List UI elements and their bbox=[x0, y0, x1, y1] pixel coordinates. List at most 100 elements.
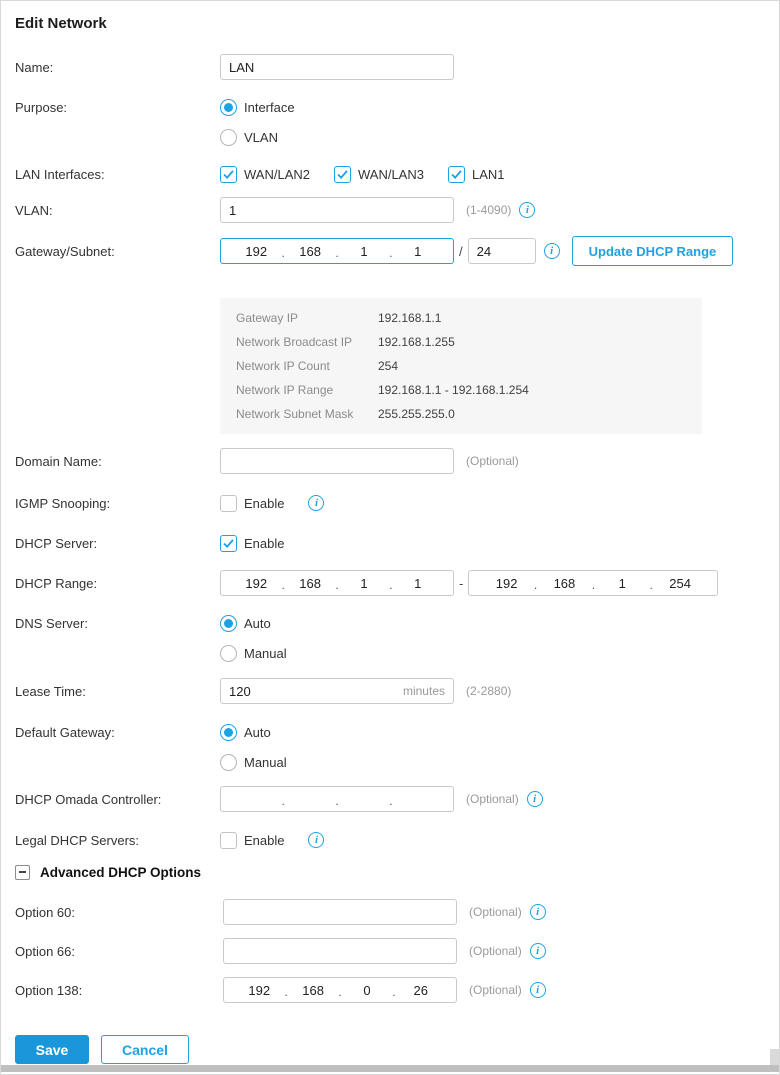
default-gateway-option-manual[interactable]: Manual bbox=[220, 751, 287, 773]
gateway-ip-input[interactable]: 192. 168. 1. 1 bbox=[220, 238, 454, 264]
summary-value: 192.168.1.1 bbox=[378, 311, 441, 325]
dhcp-server-enable-checkbox[interactable]: Enable bbox=[220, 535, 284, 552]
legal-dhcp-enable-checkbox[interactable]: Enable bbox=[220, 832, 284, 849]
dhcp-range-start-input[interactable]: 192. 168. 1. 1 bbox=[220, 570, 454, 596]
summary-value: 192.168.1.255 bbox=[378, 335, 455, 349]
purpose-option-interface[interactable]: Interface bbox=[220, 96, 295, 118]
footer-buttons: Save Cancel bbox=[15, 1035, 765, 1064]
interface-checkbox-lan1[interactable]: LAN1 bbox=[448, 166, 505, 183]
radio-unselected-icon[interactable] bbox=[220, 129, 237, 146]
summary-row: Gateway IP 192.168.1.1 bbox=[236, 310, 686, 326]
option-60-label: Option 60: bbox=[15, 905, 220, 920]
summary-row: Network Subnet Mask 255.255.255.0 bbox=[236, 406, 686, 422]
info-icon[interactable]: i bbox=[527, 791, 543, 807]
info-icon[interactable]: i bbox=[519, 202, 535, 218]
radio-unselected-icon[interactable] bbox=[220, 754, 237, 771]
update-dhcp-range-button[interactable]: Update DHCP Range bbox=[572, 236, 734, 266]
domain-name-hint: (Optional) bbox=[466, 454, 519, 468]
domain-name-input[interactable] bbox=[220, 448, 454, 474]
ip-octet[interactable]: 1 bbox=[339, 576, 390, 591]
info-icon[interactable]: i bbox=[530, 904, 546, 920]
advanced-dhcp-options-title: Advanced DHCP Options bbox=[40, 865, 201, 880]
dhcp-server-label: DHCP Server: bbox=[15, 536, 220, 551]
info-icon[interactable]: i bbox=[544, 243, 560, 259]
checkbox-checked-icon[interactable] bbox=[220, 535, 237, 552]
dhcp-range-end-input[interactable]: 192. 168. 1. 254 bbox=[468, 570, 718, 596]
ip-octet[interactable]: 1 bbox=[339, 244, 390, 259]
subnet-separator: / bbox=[459, 244, 463, 259]
ip-octet[interactable]: 192 bbox=[231, 576, 282, 591]
ip-octet[interactable]: 192 bbox=[479, 576, 534, 591]
subnet-prefix-input[interactable] bbox=[468, 238, 536, 264]
option-138-input[interactable]: 192. 168. 0. 26 bbox=[223, 977, 457, 1003]
dhcp-omada-controller-label: DHCP Omada Controller: bbox=[15, 792, 220, 807]
ip-octet[interactable]: 1 bbox=[393, 576, 444, 591]
ip-octet[interactable]: 1 bbox=[595, 576, 650, 591]
save-button[interactable]: Save bbox=[15, 1035, 89, 1064]
checkbox-unchecked-icon[interactable] bbox=[220, 832, 237, 849]
dns-option-auto[interactable]: Auto bbox=[220, 612, 287, 634]
radio-selected-icon[interactable] bbox=[220, 99, 237, 116]
ip-octet[interactable]: 168 bbox=[288, 983, 339, 998]
collapse-minus-icon[interactable] bbox=[15, 865, 30, 880]
default-gateway-option-auto[interactable]: Auto bbox=[220, 721, 287, 743]
info-icon[interactable]: i bbox=[530, 982, 546, 998]
checkbox-checked-icon[interactable] bbox=[334, 166, 351, 183]
default-gateway-label: Default Gateway: bbox=[15, 725, 220, 740]
igmp-enable-checkbox[interactable]: Enable bbox=[220, 495, 284, 512]
radio-selected-icon[interactable] bbox=[220, 615, 237, 632]
igmp-snooping-label: IGMP Snooping: bbox=[15, 496, 220, 511]
network-summary-panel: Gateway IP 192.168.1.1 Network Broadcast… bbox=[220, 298, 702, 434]
row-gateway-subnet: Gateway/Subnet: 192. 168. 1. 1 / i Updat… bbox=[15, 236, 765, 266]
option-60-input[interactable] bbox=[223, 899, 457, 925]
checkbox-unchecked-icon[interactable] bbox=[220, 495, 237, 512]
radio-selected-icon[interactable] bbox=[220, 724, 237, 741]
radio-label: Interface bbox=[244, 100, 295, 115]
ip-octet[interactable]: 1 bbox=[393, 244, 444, 259]
radio-unselected-icon[interactable] bbox=[220, 645, 237, 662]
ip-octet[interactable]: 0 bbox=[342, 983, 393, 998]
lease-time-label: Lease Time: bbox=[15, 684, 220, 699]
vertical-scrollbar-thumb[interactable] bbox=[770, 1049, 779, 1065]
purpose-option-vlan[interactable]: VLAN bbox=[220, 126, 295, 148]
info-icon[interactable]: i bbox=[308, 495, 324, 511]
info-icon[interactable]: i bbox=[530, 943, 546, 959]
interface-checkbox-wanlan2[interactable]: WAN/LAN2 bbox=[220, 166, 310, 183]
checkbox-label: Enable bbox=[244, 536, 284, 551]
dns-option-manual[interactable]: Manual bbox=[220, 642, 287, 664]
option-138-hint: (Optional) bbox=[469, 983, 522, 997]
ip-octet[interactable]: 254 bbox=[653, 576, 708, 591]
summary-row: Network Broadcast IP 192.168.1.255 bbox=[236, 334, 686, 350]
advanced-dhcp-options-toggle[interactable]: Advanced DHCP Options bbox=[15, 862, 765, 882]
interface-checkbox-wanlan3[interactable]: WAN/LAN3 bbox=[334, 166, 424, 183]
row-vlan: VLAN: (1-4090) i bbox=[15, 197, 765, 223]
ip-octet[interactable]: 168 bbox=[285, 576, 336, 591]
cancel-button[interactable]: Cancel bbox=[101, 1035, 189, 1064]
summary-label: Network IP Range bbox=[236, 383, 378, 397]
name-input[interactable] bbox=[220, 54, 454, 80]
horizontal-scrollbar[interactable] bbox=[1, 1065, 779, 1072]
option-66-input[interactable] bbox=[223, 938, 457, 964]
summary-row: Network IP Count 254 bbox=[236, 358, 686, 374]
row-dhcp-range: DHCP Range: 192. 168. 1. 1 - 192. 168. 1… bbox=[15, 570, 765, 596]
ip-octet[interactable]: 26 bbox=[396, 983, 447, 998]
radio-label: Manual bbox=[244, 755, 287, 770]
lease-time-input[interactable]: 120 minutes bbox=[220, 678, 454, 704]
gateway-subnet-label: Gateway/Subnet: bbox=[15, 244, 220, 259]
checkbox-checked-icon[interactable] bbox=[448, 166, 465, 183]
ip-octet[interactable]: 192 bbox=[231, 244, 282, 259]
range-dash: - bbox=[459, 576, 463, 591]
ip-octet[interactable]: 192 bbox=[234, 983, 285, 998]
ip-octet[interactable]: 168 bbox=[285, 244, 336, 259]
info-icon[interactable]: i bbox=[308, 832, 324, 848]
row-dns-server: DNS Server: Auto Manual bbox=[15, 612, 765, 664]
summary-label: Network Broadcast IP bbox=[236, 335, 378, 349]
dhcp-omada-controller-input[interactable]: . . . bbox=[220, 786, 454, 812]
checkbox-label: WAN/LAN2 bbox=[244, 167, 310, 182]
lease-time-value[interactable]: 120 bbox=[229, 684, 403, 699]
checkbox-checked-icon[interactable] bbox=[220, 166, 237, 183]
ip-octet[interactable]: 168 bbox=[537, 576, 592, 591]
checkbox-label: WAN/LAN3 bbox=[358, 167, 424, 182]
vlan-input[interactable] bbox=[220, 197, 454, 223]
row-lan-interfaces: LAN Interfaces: WAN/LAN2 WAN/LAN3 LAN1 bbox=[15, 164, 765, 184]
